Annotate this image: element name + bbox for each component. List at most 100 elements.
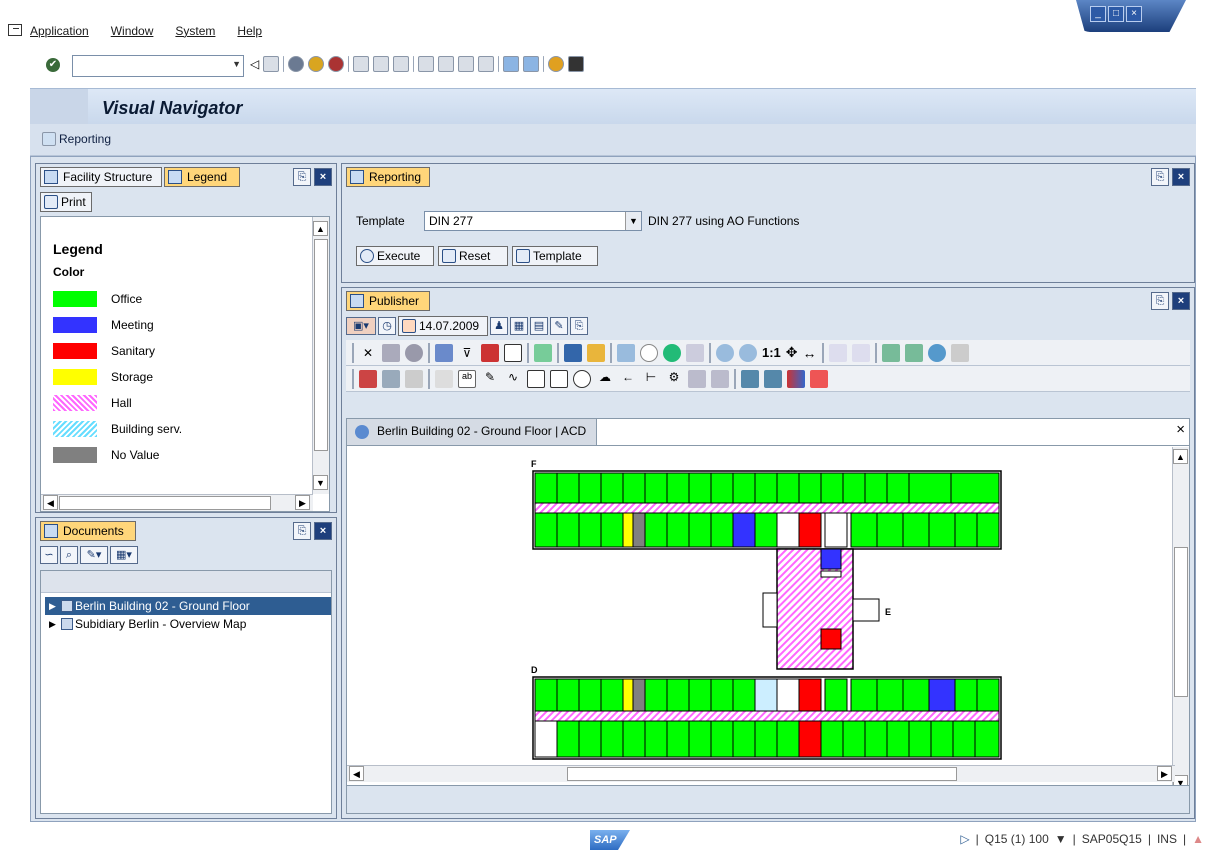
panel-close-icon[interactable]: × xyxy=(1172,292,1190,310)
redline-tool-icon[interactable] xyxy=(359,369,377,388)
enter-icon[interactable]: ✔ xyxy=(46,58,60,72)
print-icon[interactable] xyxy=(353,56,370,72)
expand-icon[interactable]: ▶ xyxy=(49,615,56,633)
save-markup-icon[interactable] xyxy=(382,369,400,388)
fit-all-icon[interactable]: ✥ xyxy=(786,344,798,361)
previous-view-icon[interactable] xyxy=(828,343,847,362)
new-session-icon[interactable] xyxy=(503,56,520,72)
highlight-icon[interactable] xyxy=(587,343,605,362)
previous-page-icon[interactable] xyxy=(438,56,455,72)
stamp-icon[interactable] xyxy=(688,369,706,388)
scroll-thumb[interactable] xyxy=(567,767,957,781)
tab-documents[interactable]: Documents xyxy=(40,521,136,541)
redline-icon[interactable] xyxy=(881,343,900,362)
close-window-button[interactable]: × xyxy=(1126,6,1142,22)
redline-delete-icon[interactable] xyxy=(810,369,828,388)
find-next-icon[interactable] xyxy=(393,56,410,72)
scroll-left-icon[interactable]: ◀ xyxy=(349,766,364,781)
reporting-app-button[interactable]: Reporting xyxy=(42,132,111,146)
save-icon[interactable] xyxy=(263,56,280,72)
tab-legend[interactable]: Legend xyxy=(164,167,240,187)
redline-layer-icon[interactable] xyxy=(741,369,759,388)
status-expand-icon[interactable]: ▷ xyxy=(960,832,969,846)
scroll-up-icon[interactable]: ▲ xyxy=(313,221,328,236)
frame-icon[interactable] xyxy=(504,343,522,362)
zoom-icon[interactable] xyxy=(617,343,635,362)
back-icon[interactable] xyxy=(288,56,305,72)
tree-item-berlin-ground-floor[interactable]: ▶ Berlin Building 02 - Ground Floor xyxy=(45,597,331,615)
floor-plan[interactable]: F E D xyxy=(529,459,1009,761)
document-tab[interactable]: Berlin Building 02 - Ground Floor | ACD xyxy=(347,419,598,445)
refresh-icon[interactable] xyxy=(534,343,552,362)
drawing-vertical-scrollbar[interactable]: ▲ ▼ xyxy=(1172,447,1189,793)
measure-icon[interactable] xyxy=(686,343,704,362)
minimize-button[interactable]: _ xyxy=(1090,6,1106,22)
scroll-left-icon[interactable]: ◀ xyxy=(43,495,58,510)
settings-icon[interactable]: ⚙ xyxy=(665,370,683,388)
edit-menu-icon[interactable]: ✎▾ xyxy=(80,546,108,564)
chevron-down-icon[interactable]: ▼ xyxy=(625,212,641,230)
layers-icon[interactable] xyxy=(435,343,453,362)
shortcut-icon[interactable] xyxy=(523,56,540,72)
dimension-icon[interactable]: ⊢ xyxy=(642,370,660,388)
scroll-thumb[interactable] xyxy=(1174,547,1188,697)
legend-vertical-scrollbar[interactable]: ▲ ▼ xyxy=(312,217,329,494)
redline-color-icon[interactable] xyxy=(787,369,805,388)
link-icon[interactable]: ∽ xyxy=(40,546,58,564)
reset-button[interactable]: Reset xyxy=(438,246,508,266)
menu-window[interactable]: Window xyxy=(111,24,154,38)
panel-options-icon[interactable]: ⎘ xyxy=(1151,168,1169,186)
curve-icon[interactable]: ∿ xyxy=(504,370,522,388)
undo-markup-icon[interactable] xyxy=(405,369,423,388)
exit-icon[interactable] xyxy=(308,56,325,72)
text-tool-icon[interactable]: ab xyxy=(458,369,476,388)
panel-options-icon[interactable]: ⎘ xyxy=(293,522,311,540)
panel-close-icon[interactable]: × xyxy=(314,168,332,186)
maximize-button[interactable]: □ xyxy=(1108,6,1124,22)
sync-icon[interactable] xyxy=(927,343,946,362)
customize-layout-icon[interactable] xyxy=(568,56,585,72)
clock-icon[interactable]: ◷ xyxy=(378,317,396,335)
menu-application[interactable]: Application xyxy=(30,24,89,38)
first-page-icon[interactable] xyxy=(418,56,435,72)
pencil-icon[interactable]: ✎ xyxy=(481,370,499,388)
layer-menu-icon[interactable]: ▣▾ xyxy=(346,317,376,335)
last-page-icon[interactable] xyxy=(478,56,495,72)
globe-icon[interactable] xyxy=(663,343,681,362)
pan-hand-icon[interactable] xyxy=(640,343,658,362)
info-icon[interactable] xyxy=(405,343,423,362)
menu-shortcut-icon[interactable] xyxy=(8,24,22,36)
window-icon[interactable]: ⎘ xyxy=(570,317,588,335)
tab-publisher[interactable]: Publisher xyxy=(346,291,430,311)
table-menu-icon[interactable]: ▦▾ xyxy=(110,546,138,564)
markup-icon[interactable] xyxy=(904,343,923,362)
cancel-icon[interactable] xyxy=(328,56,345,72)
tab-reporting[interactable]: Reporting xyxy=(346,167,430,187)
drawing-horizontal-scrollbar[interactable]: ◀ ▶ xyxy=(347,765,1175,782)
zoom-out-icon[interactable] xyxy=(739,343,757,362)
preview-icon[interactable] xyxy=(950,343,969,362)
panel-close-icon[interactable]: × xyxy=(314,522,332,540)
tab-facility-structure[interactable]: Facility Structure xyxy=(40,167,162,187)
ellipse-icon[interactable] xyxy=(573,369,591,388)
legend-horizontal-scrollbar[interactable]: ◀ ▶ xyxy=(41,494,313,511)
next-view-icon[interactable] xyxy=(851,343,870,362)
cloud-icon[interactable]: ☁ xyxy=(596,370,614,388)
command-field[interactable]: ▼ xyxy=(72,55,244,77)
properties-icon[interactable]: ✎ xyxy=(550,317,568,335)
command-dropdown-icon[interactable]: ▼ xyxy=(232,59,241,69)
color-icon[interactable] xyxy=(481,343,499,362)
tree-item-berlin-overview[interactable]: ▶ Subidiary Berlin - Overview Map xyxy=(45,615,331,633)
expand-icon[interactable]: ▶ xyxy=(49,597,56,615)
filled-rect-icon[interactable] xyxy=(550,369,568,388)
print-drawing-icon[interactable] xyxy=(382,343,400,362)
fit-width-icon[interactable]: ↔ xyxy=(803,345,817,361)
what-is-this-icon[interactable] xyxy=(564,343,582,362)
system-dropdown-icon[interactable]: ▼ xyxy=(1055,832,1067,846)
scroll-thumb[interactable] xyxy=(314,239,328,451)
menu-system[interactable]: System xyxy=(175,24,215,38)
delete-icon[interactable]: ✕ xyxy=(359,344,377,362)
execute-button[interactable]: Execute xyxy=(356,246,434,266)
select-tool-icon[interactable] xyxy=(435,369,453,388)
zoom-in-icon[interactable] xyxy=(716,343,734,362)
